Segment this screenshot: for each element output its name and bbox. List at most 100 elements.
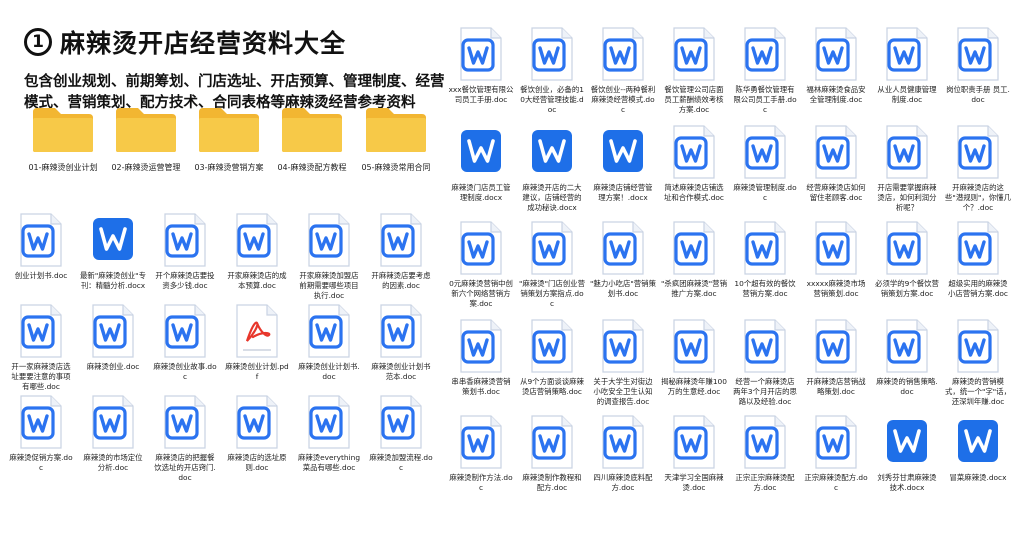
file-item[interactable]: 福林麻辣烫食品安全管理制度.doc <box>803 26 869 105</box>
word-outline-icon <box>886 125 928 179</box>
file-item[interactable]: 麻辣烫加盟流程.doc <box>368 394 434 473</box>
word-solid-icon <box>887 420 927 462</box>
file-label: 麻辣烫门店员工管理制度.docx <box>451 183 511 202</box>
file-item[interactable]: 麻辣烫促销方案.doc <box>8 394 74 473</box>
file-item[interactable]: 开一家麻辣烫店选址要要注意的事项有哪些.doc <box>8 303 74 392</box>
word-outline-icon <box>815 415 857 469</box>
file-item[interactable]: 四川麻辣烫底料配方.doc <box>590 414 656 493</box>
file-item[interactable]: 麻辣烫制作方法.doc <box>448 414 514 493</box>
file-item[interactable]: 陈华勇餐饮管理有限公司员工手册.doc <box>732 26 798 115</box>
file-item[interactable]: 开家麻辣烫加盟店前期需要哪些项目执行.doc <box>296 212 362 301</box>
file-item[interactable]: 关于大学生对街边小吃安全卫生认知的调查报告.doc <box>590 318 656 407</box>
file-item[interactable]: 麻辣烫店的把握餐饮选址的开店窍门.doc <box>152 394 218 483</box>
file-item[interactable]: 开店需要掌握麻辣烫店，如何利润分析呢？ <box>874 124 940 213</box>
file-item[interactable]: 麻辣烫管理制度.doc <box>732 124 798 203</box>
word-solid-icon <box>532 130 572 172</box>
file-item[interactable]: 10个超有效的餐饮营销方案.doc <box>732 220 798 299</box>
file-item[interactable]: 岗位职责手册 员工.doc <box>945 26 1011 105</box>
file-item[interactable]: 开麻辣烫店要考虑的因素.doc <box>368 212 434 291</box>
file-item[interactable]: 麻辣烫门店员工管理制度.docx <box>448 124 514 203</box>
word-outline-icon <box>673 221 715 275</box>
file-label: 10个超有效的餐饮营销方案.doc <box>734 279 796 298</box>
folder-item[interactable]: 03-麻辣烫营销方案 <box>190 106 268 173</box>
file-label: 经营麻辣烫店如何留住老顾客.doc <box>806 183 866 202</box>
file-item[interactable]: 正宗正宗麻辣烫配方.doc <box>732 414 798 493</box>
file-label: 必须学的9个餐饮营销策划方案.doc <box>875 279 939 298</box>
file-item[interactable]: 创业计划书.doc <box>8 212 74 281</box>
file-label: 福林麻辣烫食品安全管理制度.doc <box>806 85 866 104</box>
word-outline-icon <box>92 304 134 358</box>
folder-item[interactable]: 02-麻辣烫运营管理 <box>107 106 185 173</box>
file-item[interactable]: xxxxx麻辣烫市场营销策划.doc <box>803 220 869 299</box>
file-item[interactable]: 简述麻辣烫店铺选址和合作模式.doc <box>661 124 727 203</box>
file-item[interactable]: 麻辣烫店铺经营管理方案！.docx <box>590 124 656 203</box>
file-item[interactable]: 麻辣烫创业故事.doc <box>152 303 218 382</box>
file-item[interactable]: 0元麻辣烫营销中创新六个网络营销方案.doc <box>448 220 514 309</box>
file-item[interactable]: 必须学的9个餐饮营销策划方案.doc <box>874 220 940 299</box>
folder-icon <box>116 108 176 152</box>
file-item[interactable]: 麻辣烫的销售策略.doc <box>874 318 940 397</box>
folder-label: 05-麻辣烫常用合同 <box>361 163 431 172</box>
file-item[interactable]: 麻辣烫的营销模式，统一个"字"话，还深圳年赚.doc <box>945 318 1011 407</box>
word-outline-icon <box>308 213 350 267</box>
file-item[interactable]: 超级实用的麻辣烫小店营销方案.doc <box>945 220 1011 299</box>
file-item[interactable]: 麻辣烫everything菜品有哪些.doc <box>296 394 362 473</box>
file-item[interactable]: 麻辣烫创业计划书.doc <box>296 303 362 382</box>
word-outline-icon <box>531 319 573 373</box>
folder-item[interactable]: 01-麻辣烫创业计划 <box>24 106 102 173</box>
file-item[interactable]: 餐饮创业，必备的10大经营管理技能.doc <box>519 26 585 115</box>
file-item[interactable]: 最新"麻辣烫创业"专刊：精髓分析.docx <box>80 212 146 291</box>
file-item[interactable]: 开个麻辣烫店要投资多少钱.doc <box>152 212 218 291</box>
file-item[interactable]: "杀疯团麻辣烫"营销推广方案.doc <box>661 220 727 299</box>
file-item[interactable]: 从9个方面谈谈麻辣烫店营销策略.doc <box>519 318 585 397</box>
folder-icon <box>366 108 426 152</box>
folder-icon <box>282 108 342 152</box>
file-label: 麻辣烫开店的二大建议，店铺经营的成功秘诀.docx <box>522 183 582 212</box>
file-item[interactable]: 餐饮创业--两种餐利麻辣烫经营模式.doc <box>590 26 656 115</box>
file-item[interactable]: 揭秘麻辣烫年赚100万的生意经.doc <box>661 318 727 397</box>
file-label: 冒菜麻辣烫.docx <box>949 473 1007 482</box>
file-item[interactable]: 餐饮管理公司店面员工薪酬绩效考核方案.doc <box>661 26 727 115</box>
file-item[interactable]: "魅力小吃店"营销策划书.doc <box>590 220 656 299</box>
file-explorer-grid: 01-麻辣烫创业计划 02-麻辣烫运营管理 03-麻辣烫营销方案 04-麻辣烫配… <box>0 0 1024 534</box>
word-outline-icon <box>602 415 644 469</box>
file-item[interactable]: xxx餐饮管理有限公司员工手册.doc <box>448 26 514 105</box>
word-outline-icon <box>886 27 928 81</box>
file-item[interactable]: 冒菜麻辣烫.docx <box>945 414 1011 483</box>
word-outline-icon <box>460 319 502 373</box>
file-item[interactable]: 从业人员健康管理制度.doc <box>874 26 940 105</box>
word-outline-icon <box>815 125 857 179</box>
file-label: 麻辣烫制作教程和配方.doc <box>522 473 582 492</box>
file-label: 简述麻辣烫店铺选址和合作模式.doc <box>664 183 724 202</box>
file-item[interactable]: 经营麻辣烫店如何留住老顾客.doc <box>803 124 869 203</box>
file-item[interactable]: 麻辣烫创业计划.pdf <box>224 303 290 382</box>
word-outline-icon <box>957 125 999 179</box>
file-item[interactable]: 串串香麻辣烫营销策划书.doc <box>448 318 514 397</box>
folder-item[interactable]: 04-麻辣烫配方教程 <box>273 106 351 173</box>
file-label: 正宗麻辣烫配方.doc <box>804 473 868 492</box>
file-item[interactable]: 开家麻辣烫店的成本预算.doc <box>224 212 290 291</box>
file-item[interactable]: 麻辣烫制作教程和配方.doc <box>519 414 585 493</box>
file-item[interactable]: 正宗麻辣烫配方.doc <box>803 414 869 493</box>
word-outline-icon <box>673 319 715 373</box>
folder-item[interactable]: 05-麻辣烫常用合同 <box>357 106 435 173</box>
word-outline-icon <box>744 27 786 81</box>
word-outline-icon <box>815 319 857 373</box>
word-outline-icon <box>957 221 999 275</box>
word-outline-icon <box>236 213 278 267</box>
file-item[interactable]: 开麻辣烫店的这些"潜规则"，你懂几个？.doc <box>945 124 1011 213</box>
file-item[interactable]: 麻辣烫的市场定位分析.doc <box>80 394 146 473</box>
file-label: 从9个方面谈谈麻辣烫店营销策略.doc <box>520 377 584 396</box>
file-item[interactable]: "麻辣烫"门店创业营销策划方案指点.doc <box>519 220 585 309</box>
word-outline-icon <box>460 27 502 81</box>
file-item[interactable]: 开麻辣烫店营销战略策划.doc <box>803 318 869 397</box>
word-outline-icon <box>957 27 999 81</box>
file-item[interactable]: 经营一个麻辣烫店两年3个月开店的思路以及经验.doc <box>732 318 798 407</box>
file-item[interactable]: 刘秀芬甘肃麻辣烫技术.docx <box>874 414 940 493</box>
file-item[interactable]: 天津学习全国麻辣烫.doc <box>661 414 727 493</box>
folder-icon <box>33 108 93 152</box>
file-item[interactable]: 麻辣烫创业计划书范本.doc <box>368 303 434 382</box>
file-item[interactable]: 麻辣烫店的选址原则.doc <box>224 394 290 473</box>
file-item[interactable]: 麻辣烫开店的二大建议，店铺经营的成功秘诀.docx <box>519 124 585 213</box>
file-item[interactable]: 麻辣烫创业.doc <box>80 303 146 372</box>
